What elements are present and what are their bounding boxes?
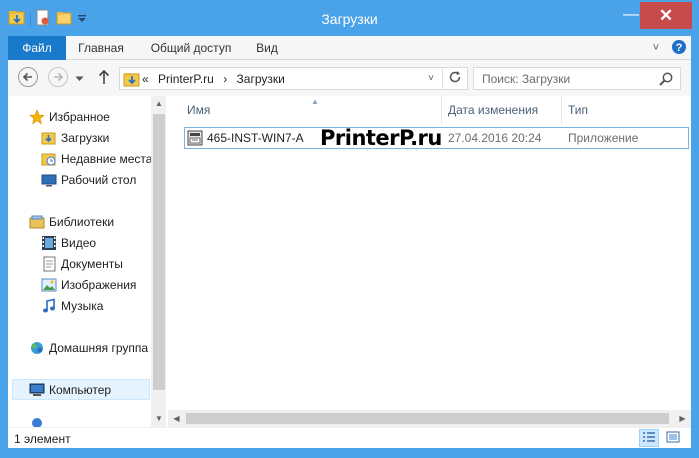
sidebar-homegroup-label: Домашняя группа	[49, 340, 149, 355]
column-header-name[interactable]: Имя	[181, 96, 441, 124]
sidebar-item-label: Рабочий стол	[61, 172, 137, 187]
sidebar-item-label: Музыка	[61, 298, 104, 313]
sidebar-item-downloads[interactable]: Загрузки	[40, 127, 166, 148]
sidebar-item-music[interactable]: Музыка	[40, 295, 166, 316]
address-path: « PrinterP.ru › Загрузки	[142, 71, 291, 87]
breadcrumb-printerp[interactable]: PrinterP.ru	[158, 72, 214, 86]
explorer-window: Загрузки — ✕ Файл Главная Общий доступ В…	[0, 0, 699, 458]
large-icons-view-button[interactable]	[663, 429, 683, 447]
recent-places-icon	[40, 150, 57, 167]
navigation-bar: « PrinterP.ru › Загрузки ˅ Поиск: Загруз…	[8, 60, 691, 96]
downloads-folder-icon	[123, 70, 141, 88]
site-watermark: PrinterP.ru	[320, 126, 442, 150]
column-header-type[interactable]: Тип	[562, 96, 682, 124]
help-button[interactable]: ?	[669, 38, 689, 58]
pictures-icon	[40, 276, 57, 293]
search-box[interactable]: Поиск: Загрузки	[473, 67, 681, 90]
recent-locations-button[interactable]	[72, 67, 86, 89]
tab-home[interactable]: Главная	[71, 36, 131, 60]
address-dropdown-button[interactable]: ˅	[421, 68, 441, 89]
title-bar[interactable]: Загрузки — ✕	[0, 0, 699, 36]
file-list-horizontal-scrollbar[interactable]: ◀ ▶	[168, 410, 691, 427]
refresh-button[interactable]	[442, 68, 467, 89]
scroll-left-icon[interactable]: ◀	[168, 410, 185, 427]
file-name: 465-INST-WIN7-A	[207, 131, 304, 145]
sidebar-item-video[interactable]: Видео	[40, 232, 166, 253]
file-name-cell: 465-INST-WIN7-A	[187, 130, 304, 146]
window-title: Загрузки	[321, 11, 378, 27]
chevron-down-icon	[75, 71, 84, 85]
installer-icon	[187, 130, 203, 146]
music-icon	[40, 297, 57, 314]
sidebar-item-recent-places[interactable]: Недавние места	[40, 148, 166, 169]
sidebar-scrollbar[interactable]: ▲ ▼	[151, 96, 166, 427]
help-icon: ?	[671, 39, 687, 58]
sidebar-favorites[interactable]: Избранное	[28, 106, 166, 127]
details-view-button[interactable]	[639, 429, 659, 447]
sidebar-libraries-label: Библиотеки	[49, 214, 115, 229]
tab-file[interactable]: Файл	[8, 36, 66, 60]
scroll-right-icon[interactable]: ▶	[674, 410, 691, 427]
file-type: Приложение	[568, 131, 639, 145]
sidebar-item-label: Изображения	[61, 277, 137, 292]
address-overflow[interactable]: «	[142, 72, 149, 86]
sidebar-item-label: Документы	[61, 256, 123, 271]
breadcrumb-downloads[interactable]: Загрузки	[237, 72, 285, 86]
desktop-icon	[40, 171, 57, 188]
navigation-pane: Избранное Загрузки Недавние места Рабочи…	[8, 96, 166, 427]
sidebar-network[interactable]	[28, 416, 166, 427]
sidebar-item-pictures[interactable]: Изображения	[40, 274, 166, 295]
sidebar-scroll-thumb[interactable]	[153, 114, 165, 390]
column-header-date[interactable]: Дата изменения	[442, 96, 562, 124]
documents-icon	[40, 255, 57, 272]
minimize-icon: —	[623, 6, 639, 23]
up-button[interactable]	[93, 67, 115, 89]
sidebar-computer-label: Компьютер	[49, 382, 112, 397]
breadcrumb-separator[interactable]: ›	[223, 72, 227, 86]
details-view-icon	[642, 431, 656, 446]
explorer-body: Избранное Загрузки Недавние места Рабочи…	[8, 96, 691, 427]
scroll-down-icon[interactable]: ▼	[151, 411, 166, 427]
ribbon-tabs: Файл Главная Общий доступ Вид ˅ ?	[8, 36, 691, 60]
scroll-up-icon[interactable]: ▲	[151, 96, 166, 112]
refresh-icon	[448, 70, 462, 87]
file-date: 27.04.2016 20:24	[448, 131, 542, 145]
close-icon: ✕	[658, 5, 674, 25]
libraries-icon	[28, 213, 45, 230]
large-icons-view-icon	[666, 431, 680, 446]
address-bar[interactable]: « PrinterP.ru › Загрузки ˅	[119, 67, 468, 90]
svg-text:?: ?	[676, 42, 683, 54]
sidebar-item-documents[interactable]: Документы	[40, 253, 166, 274]
network-icon	[28, 416, 45, 427]
up-arrow-icon	[97, 69, 111, 88]
star-icon	[28, 108, 45, 125]
file-list: ▲ Имя Дата изменения Тип 465-INST-WIN7-A…	[168, 96, 691, 427]
video-icon	[40, 234, 57, 251]
sidebar-item-label: Недавние места	[61, 151, 153, 166]
status-bar: 1 элемент	[8, 427, 691, 448]
sidebar-homegroup[interactable]: Домашняя группа	[28, 337, 166, 358]
horizontal-scroll-thumb[interactable]	[186, 413, 669, 424]
downloads-folder-icon	[40, 129, 57, 146]
sidebar-computer[interactable]: Компьютер	[12, 379, 150, 400]
sidebar-item-label: Загрузки	[61, 130, 110, 145]
homegroup-icon	[28, 339, 45, 356]
sidebar-item-label: Видео	[61, 235, 97, 250]
sidebar-libraries[interactable]: Библиотеки	[28, 211, 166, 232]
expand-ribbon-button[interactable]: ˅	[647, 38, 665, 58]
back-arrow-icon	[17, 66, 39, 91]
tab-share[interactable]: Общий доступ	[141, 36, 241, 60]
tab-view[interactable]: Вид	[248, 36, 286, 60]
computer-icon	[28, 381, 45, 398]
back-button[interactable]	[17, 66, 39, 91]
search-input[interactable]: Поиск: Загрузки	[482, 71, 570, 87]
forward-button[interactable]	[47, 66, 69, 91]
search-icon[interactable]	[658, 71, 674, 87]
sidebar-favorites-label: Избранное	[49, 109, 110, 124]
close-button[interactable]: ✕	[640, 2, 692, 29]
item-count: 1 элемент	[14, 432, 71, 446]
sidebar-item-desktop[interactable]: Рабочий стол	[40, 169, 166, 190]
forward-arrow-icon	[47, 66, 69, 91]
